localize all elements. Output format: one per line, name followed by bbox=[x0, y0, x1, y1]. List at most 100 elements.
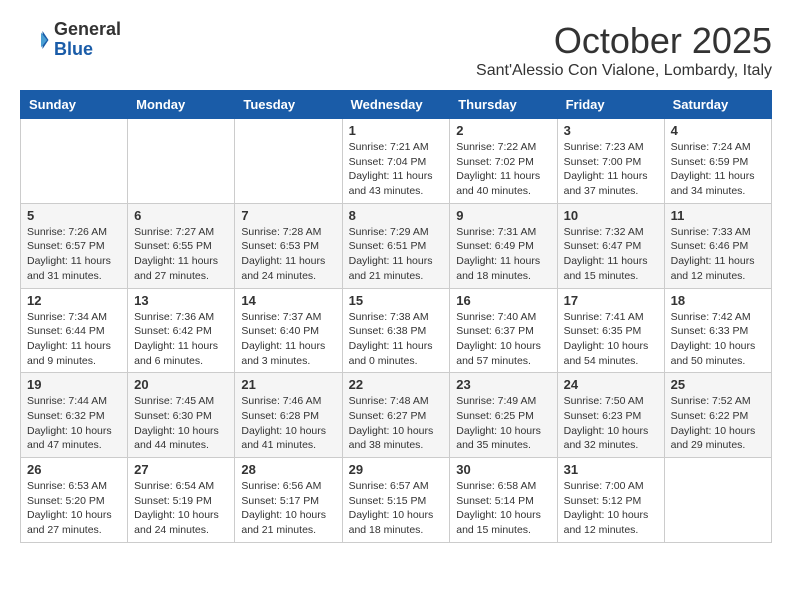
day-number: 30 bbox=[456, 462, 550, 477]
calendar-week-row: 5 Sunrise: 7:26 AM Sunset: 6:57 PM Daylig… bbox=[21, 203, 772, 288]
day-info: Sunrise: 7:46 AM Sunset: 6:28 PM Dayligh… bbox=[241, 394, 335, 453]
calendar-week-row: 19 Sunrise: 7:44 AM Sunset: 6:32 PM Dayli… bbox=[21, 373, 772, 458]
day-number: 8 bbox=[349, 208, 444, 223]
day-info: Sunrise: 7:34 AM Sunset: 6:44 PM Dayligh… bbox=[27, 310, 121, 369]
day-number: 21 bbox=[241, 377, 335, 392]
calendar-cell: 24 Sunrise: 7:50 AM Sunset: 6:23 PM Dayli… bbox=[557, 373, 664, 458]
day-number: 31 bbox=[564, 462, 658, 477]
day-number: 24 bbox=[564, 377, 658, 392]
day-number: 28 bbox=[241, 462, 335, 477]
logo: General Blue bbox=[20, 20, 121, 60]
day-number: 12 bbox=[27, 293, 121, 308]
day-info: Sunrise: 7:27 AM Sunset: 6:55 PM Dayligh… bbox=[134, 225, 228, 284]
day-number: 26 bbox=[27, 462, 121, 477]
day-info: Sunrise: 6:58 AM Sunset: 5:14 PM Dayligh… bbox=[456, 479, 550, 538]
logo-general: General bbox=[54, 20, 121, 40]
day-info: Sunrise: 7:38 AM Sunset: 6:38 PM Dayligh… bbox=[349, 310, 444, 369]
calendar-cell: 7 Sunrise: 7:28 AM Sunset: 6:53 PM Daylig… bbox=[235, 203, 342, 288]
calendar-day-header: Sunday bbox=[21, 91, 128, 119]
day-number: 23 bbox=[456, 377, 550, 392]
day-info: Sunrise: 7:36 AM Sunset: 6:42 PM Dayligh… bbox=[134, 310, 228, 369]
logo-blue: Blue bbox=[54, 40, 121, 60]
day-info: Sunrise: 7:24 AM Sunset: 6:59 PM Dayligh… bbox=[671, 140, 765, 199]
calendar-cell: 4 Sunrise: 7:24 AM Sunset: 6:59 PM Daylig… bbox=[664, 119, 771, 204]
day-info: Sunrise: 7:45 AM Sunset: 6:30 PM Dayligh… bbox=[134, 394, 228, 453]
calendar-cell: 21 Sunrise: 7:46 AM Sunset: 6:28 PM Dayli… bbox=[235, 373, 342, 458]
title-area: October 2025 Sant'Alessio Con Vialone, L… bbox=[476, 20, 772, 80]
day-number: 6 bbox=[134, 208, 228, 223]
day-info: Sunrise: 7:49 AM Sunset: 6:25 PM Dayligh… bbox=[456, 394, 550, 453]
day-info: Sunrise: 7:42 AM Sunset: 6:33 PM Dayligh… bbox=[671, 310, 765, 369]
day-info: Sunrise: 7:26 AM Sunset: 6:57 PM Dayligh… bbox=[27, 225, 121, 284]
calendar-cell bbox=[235, 119, 342, 204]
calendar-week-row: 26Sunrise: 6:53 AM Sunset: 5:20 PM Dayli… bbox=[21, 458, 772, 543]
calendar-cell bbox=[128, 119, 235, 204]
calendar-header-row: SundayMondayTuesdayWednesdayThursdayFrid… bbox=[21, 91, 772, 119]
calendar-cell: 23 Sunrise: 7:49 AM Sunset: 6:25 PM Dayli… bbox=[450, 373, 557, 458]
calendar-cell: 26Sunrise: 6:53 AM Sunset: 5:20 PM Dayli… bbox=[21, 458, 128, 543]
day-info: Sunrise: 7:33 AM Sunset: 6:46 PM Dayligh… bbox=[671, 225, 765, 284]
day-number: 22 bbox=[349, 377, 444, 392]
calendar-day-header: Tuesday bbox=[235, 91, 342, 119]
calendar-cell: 22 Sunrise: 7:48 AM Sunset: 6:27 PM Dayli… bbox=[342, 373, 450, 458]
day-info: Sunrise: 7:23 AM Sunset: 7:00 PM Dayligh… bbox=[564, 140, 658, 199]
day-info: Sunrise: 7:52 AM Sunset: 6:22 PM Dayligh… bbox=[671, 394, 765, 453]
calendar-cell: 31 Sunrise: 7:00 AM Sunset: 5:12 PM Dayli… bbox=[557, 458, 664, 543]
calendar-cell: 28Sunrise: 6:56 AM Sunset: 5:17 PM Dayli… bbox=[235, 458, 342, 543]
day-number: 14 bbox=[241, 293, 335, 308]
day-number: 19 bbox=[27, 377, 121, 392]
calendar-cell: 1 Sunrise: 7:21 AM Sunset: 7:04 PM Daylig… bbox=[342, 119, 450, 204]
logo-text: General Blue bbox=[54, 20, 121, 60]
calendar-cell: 16 Sunrise: 7:40 AM Sunset: 6:37 PM Dayli… bbox=[450, 288, 557, 373]
day-number: 1 bbox=[349, 123, 444, 138]
calendar-day-header: Friday bbox=[557, 91, 664, 119]
day-number: 27 bbox=[134, 462, 228, 477]
day-number: 17 bbox=[564, 293, 658, 308]
day-info: Sunrise: 7:21 AM Sunset: 7:04 PM Dayligh… bbox=[349, 140, 444, 199]
calendar-cell: 15Sunrise: 7:38 AM Sunset: 6:38 PM Dayli… bbox=[342, 288, 450, 373]
page-header: General Blue October 2025 Sant'Alessio C… bbox=[20, 20, 772, 80]
day-number: 10 bbox=[564, 208, 658, 223]
day-number: 11 bbox=[671, 208, 765, 223]
calendar-cell: 9Sunrise: 7:31 AM Sunset: 6:49 PM Daylig… bbox=[450, 203, 557, 288]
calendar-day-header: Wednesday bbox=[342, 91, 450, 119]
calendar-cell: 12 Sunrise: 7:34 AM Sunset: 6:44 PM Dayli… bbox=[21, 288, 128, 373]
day-info: Sunrise: 7:28 AM Sunset: 6:53 PM Dayligh… bbox=[241, 225, 335, 284]
calendar-cell: 20 Sunrise: 7:45 AM Sunset: 6:30 PM Dayli… bbox=[128, 373, 235, 458]
calendar-cell: 5 Sunrise: 7:26 AM Sunset: 6:57 PM Daylig… bbox=[21, 203, 128, 288]
calendar-cell: 10 Sunrise: 7:32 AM Sunset: 6:47 PM Dayli… bbox=[557, 203, 664, 288]
day-info: Sunrise: 7:44 AM Sunset: 6:32 PM Dayligh… bbox=[27, 394, 121, 453]
day-info: Sunrise: 7:29 AM Sunset: 6:51 PM Dayligh… bbox=[349, 225, 444, 284]
day-info: Sunrise: 6:54 AM Sunset: 5:19 PM Dayligh… bbox=[134, 479, 228, 538]
calendar-table: SundayMondayTuesdayWednesdayThursdayFrid… bbox=[20, 90, 772, 543]
calendar-cell: 19 Sunrise: 7:44 AM Sunset: 6:32 PM Dayli… bbox=[21, 373, 128, 458]
day-info: Sunrise: 7:37 AM Sunset: 6:40 PM Dayligh… bbox=[241, 310, 335, 369]
calendar-cell: 6 Sunrise: 7:27 AM Sunset: 6:55 PM Daylig… bbox=[128, 203, 235, 288]
calendar-cell: 27 Sunrise: 6:54 AM Sunset: 5:19 PM Dayli… bbox=[128, 458, 235, 543]
logo-icon bbox=[20, 25, 50, 55]
day-number: 7 bbox=[241, 208, 335, 223]
calendar-cell bbox=[664, 458, 771, 543]
day-info: Sunrise: 7:41 AM Sunset: 6:35 PM Dayligh… bbox=[564, 310, 658, 369]
calendar-cell: 30 Sunrise: 6:58 AM Sunset: 5:14 PM Dayli… bbox=[450, 458, 557, 543]
day-info: Sunrise: 7:48 AM Sunset: 6:27 PM Dayligh… bbox=[349, 394, 444, 453]
day-info: Sunrise: 7:40 AM Sunset: 6:37 PM Dayligh… bbox=[456, 310, 550, 369]
day-info: Sunrise: 7:00 AM Sunset: 5:12 PM Dayligh… bbox=[564, 479, 658, 538]
day-number: 25 bbox=[671, 377, 765, 392]
calendar-cell: 18Sunrise: 7:42 AM Sunset: 6:33 PM Dayli… bbox=[664, 288, 771, 373]
calendar-cell: 11 Sunrise: 7:33 AM Sunset: 6:46 PM Dayli… bbox=[664, 203, 771, 288]
day-info: Sunrise: 7:32 AM Sunset: 6:47 PM Dayligh… bbox=[564, 225, 658, 284]
day-number: 13 bbox=[134, 293, 228, 308]
day-info: Sunrise: 7:50 AM Sunset: 6:23 PM Dayligh… bbox=[564, 394, 658, 453]
calendar-cell bbox=[21, 119, 128, 204]
day-number: 20 bbox=[134, 377, 228, 392]
day-info: Sunrise: 7:22 AM Sunset: 7:02 PM Dayligh… bbox=[456, 140, 550, 199]
day-number: 9 bbox=[456, 208, 550, 223]
day-number: 4 bbox=[671, 123, 765, 138]
calendar-week-row: 1 Sunrise: 7:21 AM Sunset: 7:04 PM Daylig… bbox=[21, 119, 772, 204]
day-info: Sunrise: 6:57 AM Sunset: 5:15 PM Dayligh… bbox=[349, 479, 444, 538]
calendar-cell: 8 Sunrise: 7:29 AM Sunset: 6:51 PM Daylig… bbox=[342, 203, 450, 288]
day-number: 16 bbox=[456, 293, 550, 308]
day-number: 5 bbox=[27, 208, 121, 223]
calendar-day-header: Saturday bbox=[664, 91, 771, 119]
